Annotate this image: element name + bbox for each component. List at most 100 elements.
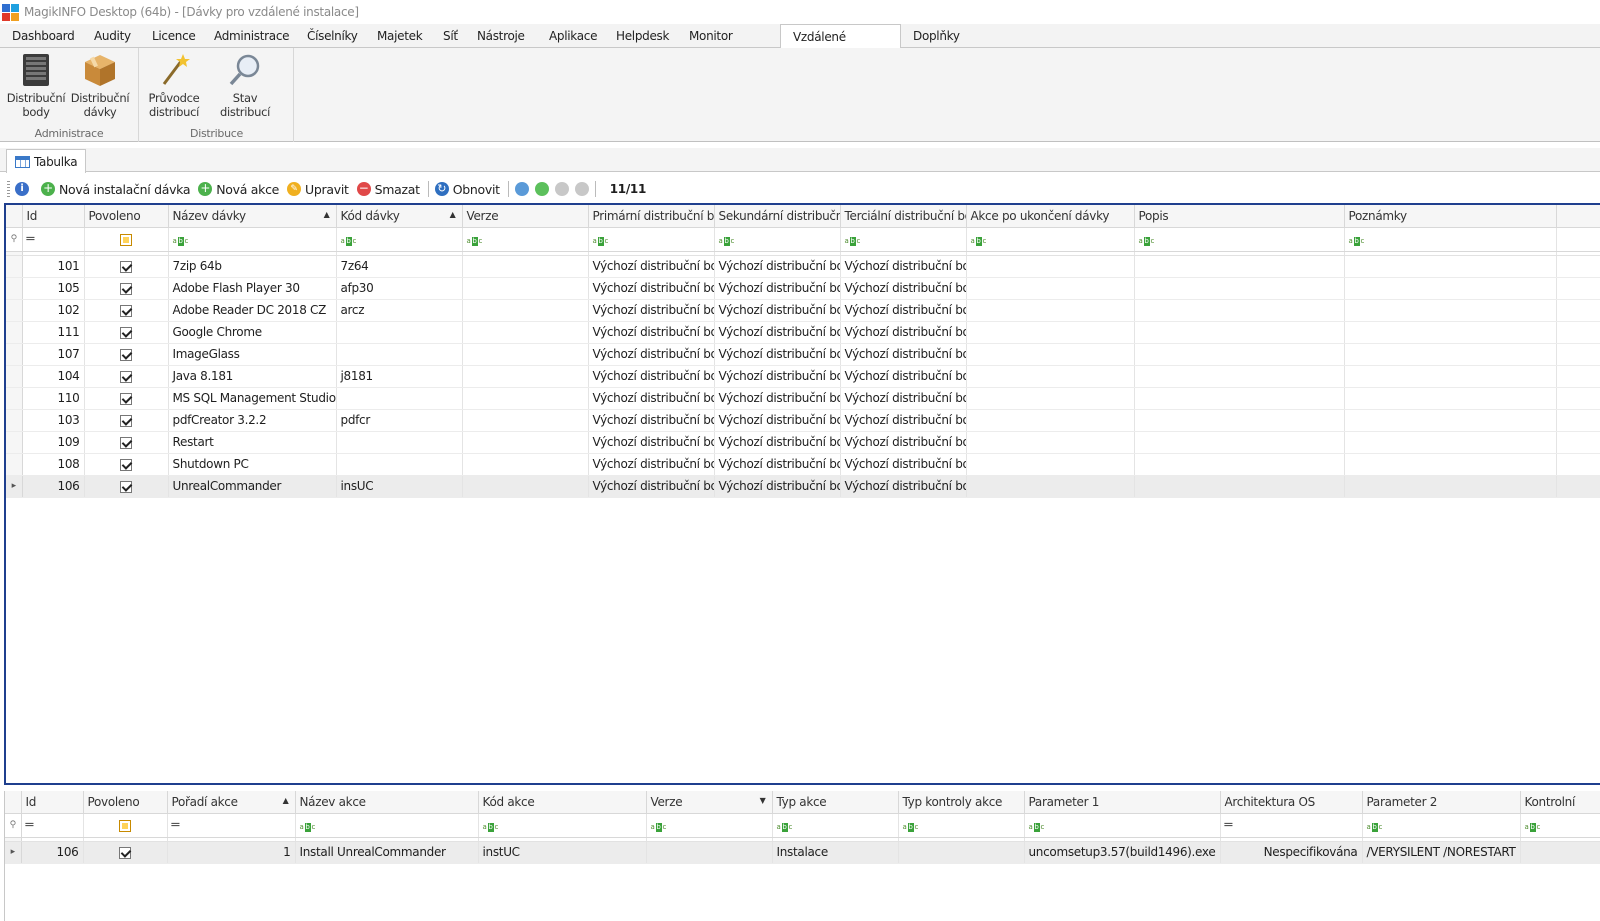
new-install-batch-button[interactable]: + Nová instalační dávka [41, 182, 191, 197]
row-indicator[interactable]: ▸ [5, 841, 22, 864]
column-header-parameter-2[interactable]: Parameter 2 [1362, 791, 1521, 814]
column-header-sekundarni-distribucn[interactable]: Sekundární distribučn... [714, 205, 841, 228]
filter-cell-kod-davky[interactable]: abc [336, 227, 463, 252]
filter-cell-id[interactable]: ═ [21, 813, 84, 838]
checkbox-checked[interactable] [120, 392, 132, 405]
menu-tab-nastroje[interactable]: Nástroje [465, 24, 537, 48]
column-header-kod-akce[interactable]: Kód akce [478, 791, 647, 814]
filter-cell-kontrolni[interactable]: abc [1520, 813, 1600, 838]
table-row[interactable]: ▸ 106 1 Install UnrealCommander instUC Instal… [5, 841, 1600, 864]
checkbox-checked[interactable] [120, 260, 132, 273]
row-indicator[interactable] [6, 365, 23, 388]
delete-button[interactable]: − Smazat [356, 182, 420, 197]
menu-tab-ciselniky[interactable]: Číselníky [295, 24, 365, 48]
checkbox-checked[interactable] [120, 326, 132, 339]
checkbox-checked[interactable] [120, 282, 132, 295]
menu-tab-vzdalene-distribuce[interactable]: Vzdálené distribuce [780, 24, 901, 68]
column-header-kod-davky[interactable]: Kód dávky [336, 205, 463, 228]
filter-cell-primarni-distribucni-bod[interactable]: abc [588, 227, 715, 252]
cell-enabled[interactable] [84, 409, 169, 432]
column-header-tercialni-distribucni-bod[interactable]: Terciální distribuční bod [840, 205, 967, 228]
toolbar-grip[interactable] [7, 181, 10, 197]
menu-tab-sit[interactable]: Síť [431, 24, 465, 48]
column-header-parameter-1[interactable]: Parameter 1 [1024, 791, 1221, 814]
menu-tab-doplnky[interactable]: Doplňky [901, 24, 967, 48]
filter-cell-nazev-davky[interactable]: abc [168, 227, 337, 252]
cell-enabled[interactable] [84, 299, 169, 322]
menu-tab-dashboard[interactable]: Dashboard [0, 24, 82, 48]
table-row[interactable]: 107 ImageGlass Výchozí distribuční bod Vých… [6, 343, 1600, 366]
row-indicator[interactable] [6, 321, 23, 344]
filter-cell-kod-akce[interactable]: abc [478, 813, 647, 838]
filter-cell-poradi-akce[interactable]: ═ [167, 813, 296, 838]
menu-tab-monitor-aktivit[interactable]: Monitor aktivit [677, 24, 780, 67]
checkbox-checked[interactable] [119, 846, 131, 859]
row-indicator[interactable] [6, 409, 23, 432]
filter-cell-tercialni-distribucni-bod[interactable]: abc [840, 227, 967, 252]
column-header-nazev-akce[interactable]: Název akce [295, 791, 479, 814]
info-button[interactable]: i [15, 182, 33, 196]
previous-record-button[interactable] [534, 182, 549, 196]
filter-cell-sekundarni-distribucn[interactable]: abc [714, 227, 841, 252]
column-header-kontrolni[interactable]: Kontrolní [1520, 791, 1600, 814]
filter-cell-nazev-akce[interactable]: abc [295, 813, 479, 838]
filter-cell-typ-kontroly-akce[interactable]: abc [898, 813, 1025, 838]
row-indicator[interactable] [6, 255, 23, 278]
table-row[interactable]: 104 Java 8.181 j8181 Výchozí distribuční bo… [6, 365, 1600, 388]
column-header-akce-po-ukonceni-davky[interactable]: Akce po ukončení dávky [966, 205, 1135, 228]
table-row[interactable]: 111 Google Chrome Výchozí distribuční bod V… [6, 321, 1600, 344]
table-row[interactable]: 109 Restart Výchozí distribuční bod Výchozí… [6, 431, 1600, 454]
distribution-batches-button[interactable]: Distribuční dávky [69, 52, 131, 119]
cell-enabled[interactable] [84, 255, 169, 278]
checkbox-checked[interactable] [120, 370, 132, 383]
next-record-button[interactable] [554, 182, 569, 196]
checkbox-checked[interactable] [120, 480, 132, 493]
cell-enabled[interactable] [84, 387, 169, 410]
filter-cell-parameter-2[interactable]: abc [1362, 813, 1521, 838]
column-header-povoleno[interactable]: Povoleno [84, 205, 169, 228]
column-header-poradi-akce[interactable]: Pořadí akce [167, 791, 296, 814]
checkbox-checked[interactable] [120, 304, 132, 317]
column-header-typ-kontroly-akce[interactable]: Typ kontroly akce [898, 791, 1025, 814]
cell-enabled[interactable] [84, 431, 169, 454]
filter-cell-poznamky[interactable]: abc [1344, 227, 1557, 252]
table-row[interactable]: 110 MS SQL Management Studio Výchozí distr… [6, 387, 1600, 410]
edit-button[interactable]: ✎ Upravit [287, 182, 349, 197]
table-row[interactable]: 103 pdfCreator 3.2.2 pdfcr Výchozí distribu… [6, 409, 1600, 432]
cell-enabled[interactable] [84, 365, 169, 388]
row-indicator[interactable] [6, 453, 23, 476]
cell-enabled[interactable] [84, 277, 169, 300]
row-indicator[interactable] [6, 431, 23, 454]
column-header-nazev-davky[interactable]: Název dávky [168, 205, 337, 228]
filter-cell-popis[interactable]: abc [1134, 227, 1345, 252]
tab-tabulka[interactable]: Tabulka [6, 149, 87, 173]
menu-tab-helpdesk[interactable]: Helpdesk [604, 24, 677, 48]
refresh-button[interactable]: ↻ Obnovit [434, 182, 500, 197]
menu-tab-licence[interactable]: Licence [140, 24, 202, 48]
table-row[interactable]: 101 7zip 64b 7z64 Výchozí distribuční bod Vý… [6, 255, 1600, 278]
column-header-verze[interactable]: Verze [462, 205, 589, 228]
row-indicator[interactable] [6, 277, 23, 300]
filter-cell-verze[interactable]: abc [462, 227, 589, 252]
table-row[interactable]: ▸ 106 UnrealCommander insUC Výchozí distribu… [6, 475, 1600, 498]
cell-enabled[interactable] [84, 453, 169, 476]
checkbox-checked[interactable] [120, 414, 132, 427]
row-indicator[interactable]: ▸ [6, 475, 23, 498]
column-header-verze[interactable]: Verze [646, 791, 773, 814]
column-header-architektura-os[interactable]: Architektura OS [1220, 791, 1363, 814]
checkbox-checked[interactable] [120, 348, 132, 361]
distribution-status-button[interactable]: Stav distribucí [208, 52, 282, 119]
checkbox-checked[interactable] [120, 458, 132, 471]
column-header-popis[interactable]: Popis [1134, 205, 1345, 228]
distribution-points-button[interactable]: Distribuční body [5, 52, 67, 119]
filter-cell-parameter-1[interactable]: abc [1024, 813, 1221, 838]
filter-cell-architektura-os[interactable]: ═ [1220, 813, 1363, 838]
row-indicator[interactable] [6, 299, 23, 322]
menu-tab-majetek[interactable]: Majetek [365, 24, 431, 48]
filter-cell-typ-akce[interactable]: abc [772, 813, 899, 838]
row-indicator[interactable] [6, 343, 23, 366]
last-record-button[interactable] [574, 182, 589, 196]
new-action-button[interactable]: + Nová akce [198, 182, 279, 197]
distribution-wizard-button[interactable]: Průvodce distribucí [143, 52, 205, 119]
row-indicator[interactable] [6, 387, 23, 410]
